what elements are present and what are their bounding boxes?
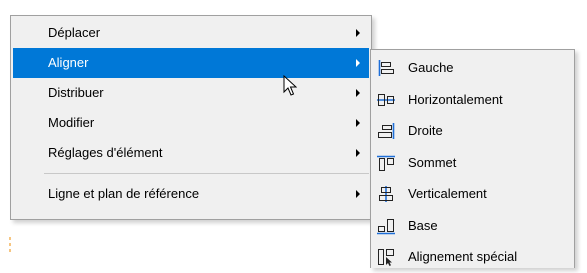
submenu-item-droite[interactable]: Droite bbox=[371, 115, 574, 147]
align-horizontal-center-icon bbox=[376, 91, 396, 109]
submenu-item-label: Horizontalement bbox=[408, 91, 503, 107]
mouse-pointer-icon bbox=[283, 75, 297, 96]
menu-item-label: Distribuer bbox=[48, 85, 104, 100]
align-left-icon bbox=[376, 59, 396, 77]
align-submenu: Gauche Horizontalement Droite Sommet Ver… bbox=[370, 49, 575, 268]
submenu-item-sommet[interactable]: Sommet bbox=[371, 147, 574, 179]
submenu-item-gauche[interactable]: Gauche bbox=[371, 52, 574, 84]
submenu-arrow-icon bbox=[356, 59, 360, 67]
menu-item-deplacer[interactable]: Déplacer bbox=[11, 18, 371, 48]
submenu-arrow-icon bbox=[356, 119, 360, 127]
menu-item-label: Aligner bbox=[48, 55, 89, 70]
submenu-item-label: Alignement spécial bbox=[408, 249, 518, 264]
align-special-icon bbox=[376, 248, 396, 266]
menu-item-modifier[interactable]: Modifier bbox=[11, 108, 371, 138]
align-right-icon bbox=[376, 122, 396, 140]
menu-item-label: Réglages d'élément bbox=[48, 145, 163, 160]
menu-item-reglages-element[interactable]: Réglages d'élément bbox=[11, 138, 371, 168]
submenu-item-base[interactable]: Base bbox=[371, 210, 574, 242]
menu-item-label: Modifier bbox=[48, 115, 95, 130]
submenu-item-label: Verticalement bbox=[408, 186, 487, 201]
submenu-item-label: Gauche bbox=[408, 60, 454, 75]
submenu-item-label: Sommet bbox=[408, 154, 457, 170]
context-menu: Déplacer Aligner Distribuer Modifier Rég… bbox=[10, 15, 372, 220]
submenu-item-horizontalement[interactable]: Horizontalement bbox=[371, 84, 574, 116]
dashed-guide-marker bbox=[9, 237, 11, 255]
menu-item-distribuer[interactable]: Distribuer bbox=[11, 78, 371, 108]
align-bottom-icon bbox=[376, 217, 396, 235]
menu-item-label: Ligne et plan de référence bbox=[48, 186, 200, 201]
submenu-arrow-icon bbox=[356, 190, 360, 198]
menu-separator bbox=[44, 173, 369, 174]
submenu-item-label: Base bbox=[408, 217, 438, 233]
submenu-item-verticalement[interactable]: Verticalement bbox=[371, 178, 574, 210]
menu-item-aligner[interactable]: Aligner bbox=[13, 48, 369, 78]
menu-item-label: Déplacer bbox=[48, 25, 101, 40]
submenu-item-label: Droite bbox=[408, 123, 443, 138]
submenu-arrow-icon bbox=[356, 89, 360, 97]
submenu-arrow-icon bbox=[356, 149, 360, 157]
menu-item-ligne-plan-reference[interactable]: Ligne et plan de référence bbox=[11, 179, 371, 209]
align-top-icon bbox=[376, 154, 396, 172]
submenu-arrow-icon bbox=[356, 29, 360, 37]
align-vertical-center-icon bbox=[376, 185, 396, 203]
